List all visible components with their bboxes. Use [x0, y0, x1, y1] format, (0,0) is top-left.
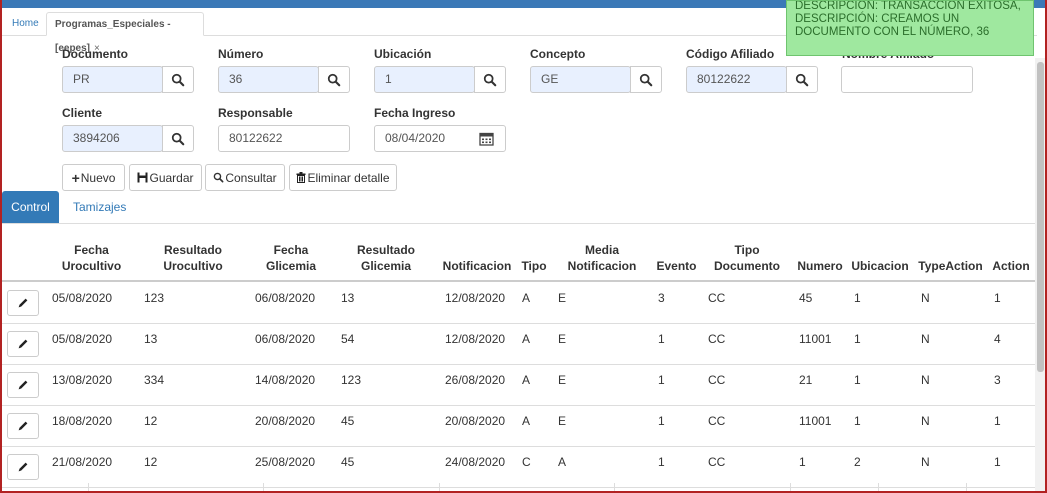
window-frame	[0, 0, 1047, 493]
